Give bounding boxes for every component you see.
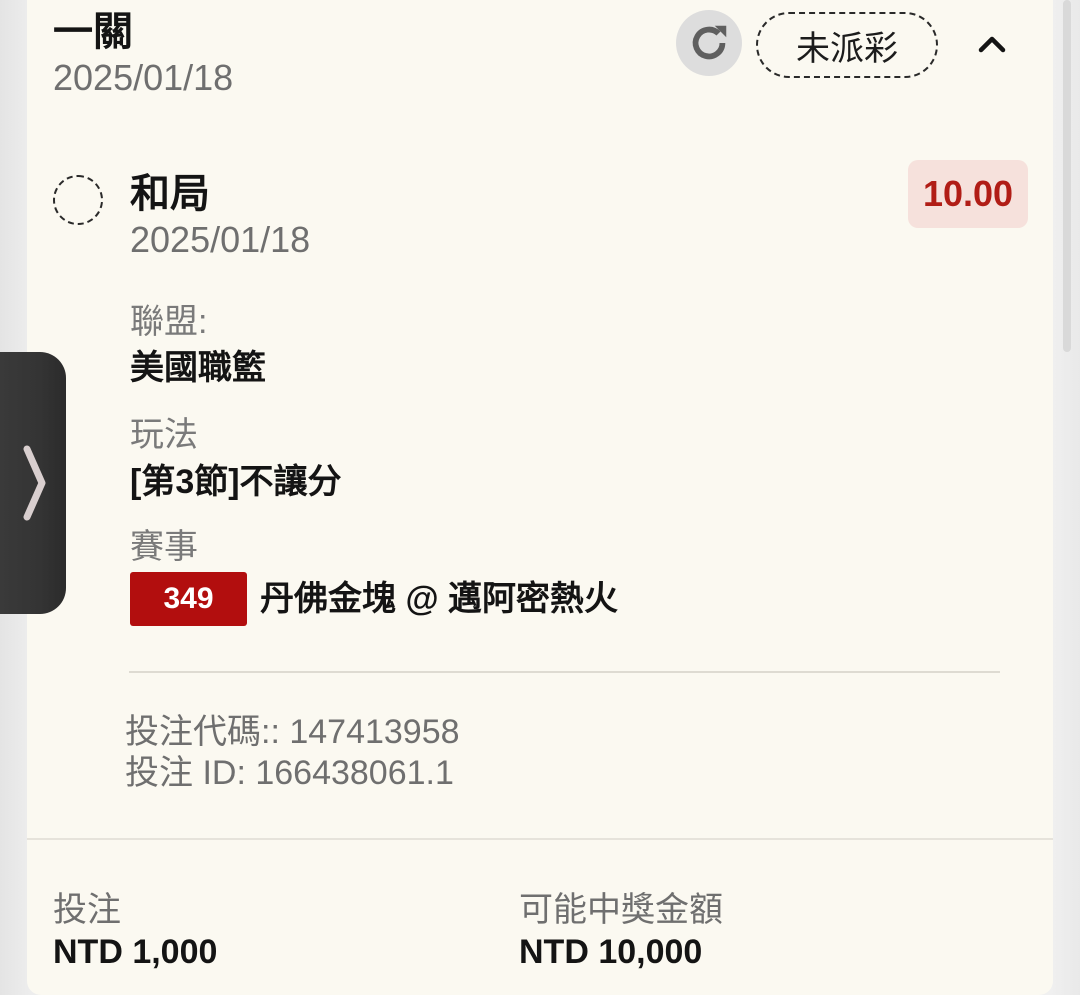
stake-value: NTD 1,000: [53, 933, 218, 971]
refresh-icon: [692, 25, 727, 60]
drawer-toggle-button[interactable]: [0, 352, 66, 614]
payout-label: 可能中獎金額: [519, 891, 723, 929]
event-number-badge: 349: [130, 572, 247, 626]
market-label: 玩法: [130, 416, 198, 454]
payout-value: NTD 10,000: [519, 933, 703, 971]
screen: 一關 2025/01/18 未派彩 和局 2025/01/18 10.00 聯盟…: [0, 0, 1080, 995]
event-row: 349 丹佛金塊 @ 邁阿密熱火: [130, 572, 618, 626]
bet-code: 投注代碼:: 147413958: [125, 713, 460, 751]
bet-date: 2025/01/18: [53, 57, 234, 98]
divider: [129, 671, 1000, 673]
footer-divider: [27, 838, 1053, 840]
scrollbar[interactable]: [1063, 0, 1071, 352]
bet-id: 投注 ID: 166438061.1: [125, 754, 454, 792]
league-label: 聯盟:: [130, 303, 208, 341]
odds-badge: 10.00: [908, 160, 1028, 228]
refresh-button[interactable]: [676, 10, 742, 76]
selection-date: 2025/01/18: [130, 219, 311, 260]
event-name: 丹佛金塊 @ 邁阿密熱火: [260, 580, 619, 618]
market-value: [第3節]不讓分: [130, 463, 342, 501]
stake-label: 投注: [53, 891, 121, 929]
collapse-button[interactable]: [966, 22, 1018, 66]
selection-name: 和局: [130, 172, 210, 216]
status-badge: 未派彩: [756, 12, 938, 78]
bet-type-title: 一關: [53, 10, 133, 54]
chevron-right-icon: [23, 445, 46, 521]
dashed-circle-icon: [53, 175, 103, 225]
chevron-up-icon: [978, 36, 1006, 53]
league-value: 美國職籃: [130, 349, 266, 387]
event-label: 賽事: [130, 528, 198, 566]
